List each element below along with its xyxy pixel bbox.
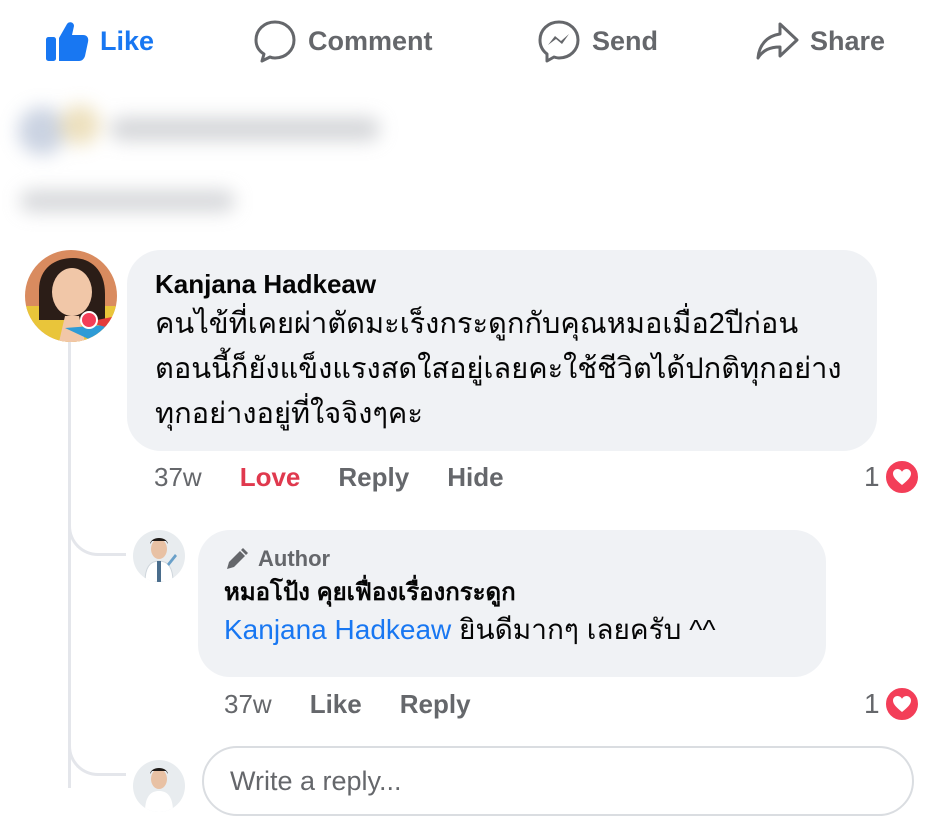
reaction-count: 1 [864, 461, 880, 492]
heart-icon [883, 459, 920, 495]
comment-author[interactable]: Kanjana Hadkeaw [155, 268, 849, 300]
reaction-summary[interactable]: 1 [864, 459, 920, 495]
avatar[interactable] [25, 250, 117, 342]
thumbs-up-icon [46, 22, 89, 61]
share-label: Share [810, 25, 886, 56]
author-badge-label: Author [258, 546, 331, 571]
love-button[interactable]: Love [240, 462, 301, 493]
comment-meta: 37w Love Reply Hide [154, 462, 542, 493]
comment-bubble: Kanjana Hadkeaw คนไข้ที่เคยผ่าตัดมะเร็งก… [127, 250, 877, 451]
reply-like-button[interactable]: Like [310, 689, 362, 720]
thread-connector [68, 508, 126, 556]
reply-time[interactable]: 37w [224, 689, 272, 720]
reply-meta: 37w Like Reply [224, 689, 509, 720]
reply-input[interactable] [230, 766, 886, 797]
heart-icon [883, 686, 920, 722]
mention-link[interactable]: Kanjana Hadkeaw [224, 614, 451, 645]
comment-button[interactable]: Comment [252, 16, 433, 66]
avatar[interactable] [133, 530, 185, 582]
comment-icon [254, 20, 296, 63]
send-button[interactable]: Send [536, 16, 658, 66]
pen-icon [227, 548, 248, 569]
avatar [133, 760, 185, 812]
hide-button[interactable]: Hide [447, 462, 503, 493]
reaction-count: 1 [864, 688, 880, 719]
share-icon [756, 22, 799, 60]
comment-time[interactable]: 37w [154, 462, 202, 493]
comment-text: คนไข้ที่เคยผ่าตัดมะเร็งกระดูกกับคุณหมอเม… [155, 308, 842, 430]
share-button[interactable]: Share [754, 16, 885, 66]
reaction-summary[interactable]: 1 [864, 686, 920, 722]
thread-connector [68, 728, 126, 776]
comment-label: Comment [308, 25, 433, 56]
reply-message: ยินดีมากๆ เลยครับ ^^ [451, 614, 716, 645]
like-button[interactable]: Like [44, 16, 154, 66]
author-badge: Author [224, 546, 800, 572]
reply-input-box[interactable] [202, 746, 914, 816]
send-label: Send [592, 25, 659, 56]
like-label: Like [100, 25, 155, 56]
blurred-comment [0, 95, 420, 235]
messenger-icon [538, 20, 580, 63]
reply-author[interactable]: หมอโป้ง คุยเฟื่องเรื่องกระดูก [224, 576, 800, 610]
reply-text: Kanjana Hadkeaw ยินดีมากๆ เลยครับ ^^ [224, 610, 800, 650]
post-action-bar: Like Comment Send Share [0, 0, 940, 82]
reply-bubble: Author หมอโป้ง คุยเฟื่องเรื่องกระดูก Kan… [198, 530, 826, 677]
reply-reply-button[interactable]: Reply [400, 689, 471, 720]
reply-button[interactable]: Reply [338, 462, 409, 493]
thread-line [68, 342, 71, 788]
